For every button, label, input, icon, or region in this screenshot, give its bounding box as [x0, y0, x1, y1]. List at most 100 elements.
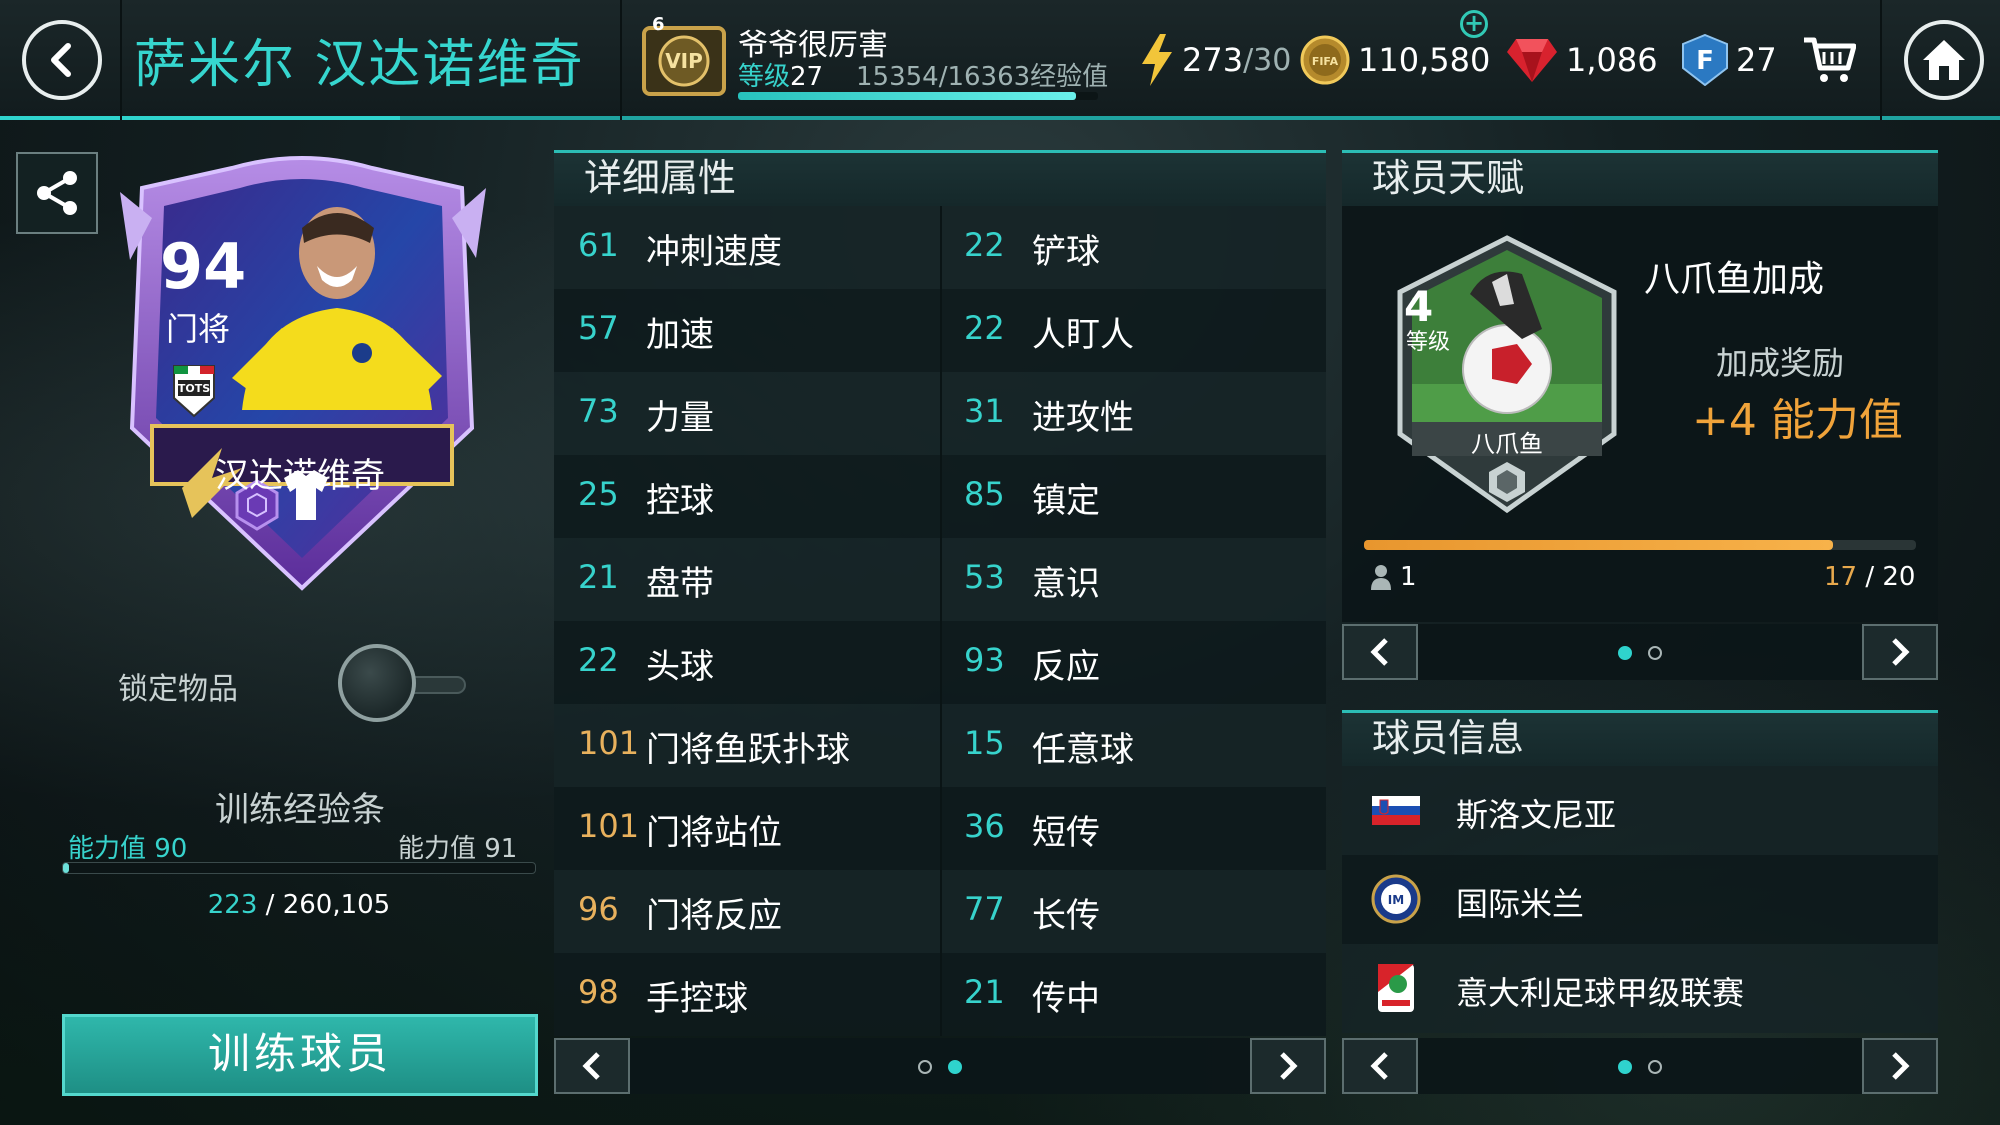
attribute-item[interactable]: 15 任意球 [940, 704, 1326, 787]
back-button[interactable] [22, 20, 102, 100]
info-prev-button[interactable] [1342, 1038, 1418, 1094]
training-xp-total: 260,105 [282, 890, 391, 920]
user-xp-bar-fill [738, 92, 1076, 100]
attribute-name: 反应 [1032, 647, 1100, 687]
attribute-item[interactable]: 57 加速 [554, 289, 940, 372]
info-pager [1342, 1038, 1938, 1094]
training-xp-bar-fill [63, 863, 69, 873]
card-event-label: TOTS [178, 382, 210, 395]
attribute-item[interactable]: 36 短传 [940, 787, 1326, 870]
attribute-item[interactable]: 31 进攻性 [940, 372, 1326, 455]
attribute-item[interactable]: 93 反应 [940, 621, 1326, 704]
attribute-item[interactable]: 22 铲球 [940, 206, 1326, 289]
attribute-item[interactable]: 25 控球 [554, 455, 940, 538]
info-row-nation[interactable]: 斯洛文尼亚 [1342, 766, 1938, 855]
trait-people: 1 [1370, 562, 1417, 592]
player-card[interactable] [112, 148, 492, 598]
info-page-dot-2[interactable] [1648, 1060, 1662, 1074]
fifa-points-counter[interactable]: F 27 [1682, 34, 1777, 86]
lock-item-label: 锁定物品 [118, 672, 238, 707]
attribute-item[interactable]: 85 镇定 [940, 455, 1326, 538]
attributes-page-dot-1[interactable] [918, 1060, 932, 1074]
lock-toggle[interactable] [338, 644, 416, 722]
attribute-name: 人盯人 [1032, 315, 1134, 355]
fifa-coin-icon: FIFA [1300, 35, 1350, 85]
attribute-item[interactable]: 21 盘带 [554, 538, 940, 621]
attribute-value: 101 [578, 807, 640, 845]
coins-counter[interactable]: FIFA 110,580 [1300, 34, 1490, 86]
attributes-page-dot-2[interactable] [948, 1060, 962, 1074]
attribute-item[interactable]: 73 力量 [554, 372, 940, 455]
trait-next-button[interactable] [1862, 624, 1938, 680]
attribute-name: 头球 [646, 647, 714, 687]
trait-name: 八爪鱼加成 [1644, 259, 1825, 300]
svg-text:VIP: VIP [665, 49, 703, 73]
chevron-right-icon [1892, 638, 1910, 666]
energy-counter[interactable]: 273 /30 [1140, 34, 1291, 86]
trait-pager [1342, 624, 1938, 680]
serie-a-logo-icon [1378, 964, 1414, 1012]
info-next-button[interactable] [1862, 1038, 1938, 1094]
share-button[interactable] [16, 152, 98, 234]
attribute-item[interactable]: 101 门将鱼跃扑球 [554, 704, 940, 787]
training-current-ovr: 能力值 90 [68, 834, 188, 864]
train-player-button[interactable]: 训练球员 [62, 1014, 538, 1096]
attribute-name: 铲球 [1032, 232, 1100, 272]
trait-progress-current: 17 [1824, 562, 1858, 592]
attribute-item[interactable]: 53 意识 [940, 538, 1326, 621]
chevron-left-icon [1370, 1052, 1388, 1080]
user-level-value: 27 [790, 62, 824, 92]
info-row-club[interactable]: IM 国际米兰 [1342, 855, 1938, 944]
share-icon [37, 171, 77, 215]
attribute-name: 盘带 [646, 564, 714, 604]
user-xp-bar [738, 92, 1098, 100]
attributes-next-button[interactable] [1250, 1038, 1326, 1094]
gems-counter[interactable]: 1,086 [1506, 34, 1658, 86]
training-xp-bar [62, 862, 536, 874]
attribute-name: 门将站位 [646, 813, 782, 853]
card-player-name: 汉达诺维奇 [215, 456, 385, 496]
chevron-right-icon [1892, 1052, 1910, 1080]
attribute-name: 进攻性 [1032, 398, 1134, 438]
info-page-dot-1[interactable] [1618, 1060, 1632, 1074]
chevron-left-icon [582, 1052, 600, 1080]
ruby-gem-icon [1507, 39, 1557, 82]
info-club: 国际米兰 [1456, 885, 1585, 923]
attribute-value: 93 [964, 641, 1005, 679]
home-button[interactable] [1904, 20, 1984, 100]
attribute-value: 22 [578, 641, 619, 679]
trait-progress-total: / 20 [1857, 562, 1916, 592]
attribute-item[interactable]: 22 头球 [554, 621, 940, 704]
attribute-value: 22 [964, 226, 1005, 264]
attribute-name: 手控球 [646, 979, 748, 1019]
trait-page-dot-2[interactable] [1648, 646, 1662, 660]
attribute-name: 加速 [646, 315, 714, 355]
attribute-item[interactable]: 101 门将站位 [554, 787, 940, 870]
attribute-item[interactable]: 22 人盯人 [940, 289, 1326, 372]
info-row-league[interactable]: 意大利足球甲级联赛 [1342, 944, 1938, 1033]
user-level-label: 等级 [738, 62, 791, 92]
person-icon [1371, 565, 1391, 590]
attribute-item[interactable]: 98 手控球 [554, 953, 940, 1036]
chevron-left-icon [1370, 638, 1388, 666]
trait-prev-button[interactable] [1342, 624, 1418, 680]
attribute-item[interactable]: 61 冲刺速度 [554, 206, 940, 289]
attribute-name: 门将反应 [646, 896, 782, 936]
fifa-points-value: 27 [1736, 41, 1777, 79]
fifa-points-icon: F [1682, 34, 1728, 86]
trait-badge-name: 八爪鱼 [1471, 430, 1543, 458]
shopping-cart-icon[interactable] [1802, 34, 1856, 84]
inter-milan-crest-icon: IM [1371, 874, 1421, 924]
attribute-item[interactable]: 77 长传 [940, 870, 1326, 953]
trait-badge[interactable] [1392, 234, 1622, 514]
attribute-value: 85 [964, 475, 1005, 513]
attribute-item[interactable]: 96 门将反应 [554, 870, 940, 953]
attributes-prev-button[interactable] [554, 1038, 630, 1094]
top-bar-divider [620, 0, 622, 120]
trait-page-dot-1[interactable] [1618, 646, 1632, 660]
attribute-value: 15 [964, 724, 1005, 762]
training-xp-value: 223 / 260,105 [62, 890, 536, 920]
attribute-item[interactable]: 21 传中 [940, 953, 1326, 1036]
lightning-icon [1142, 34, 1172, 86]
attribute-name: 短传 [1032, 813, 1100, 853]
